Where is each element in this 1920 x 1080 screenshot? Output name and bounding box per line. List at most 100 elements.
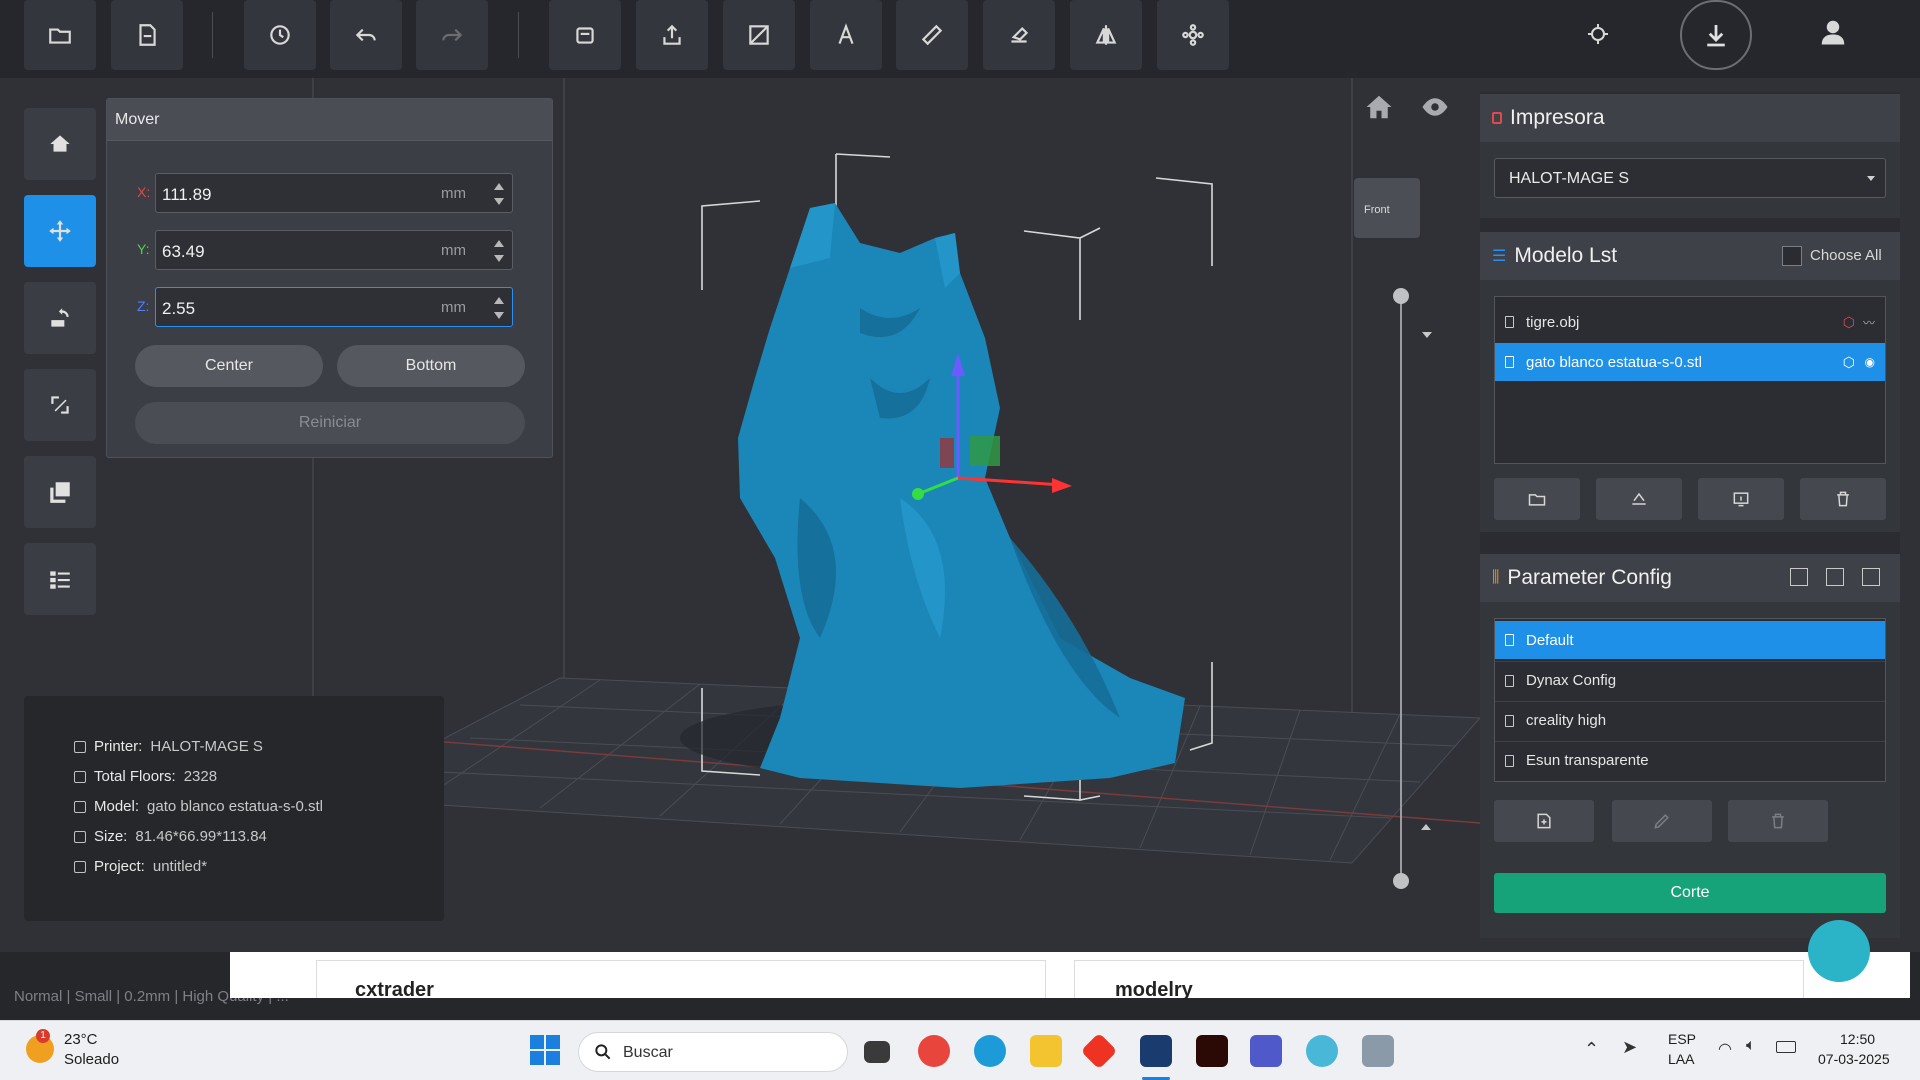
hidden-icon[interactable]: 〰: [1863, 314, 1875, 331]
lang-top[interactable]: ESP: [1668, 1031, 1696, 1047]
info-model-value: gato blanco estatua-s-0.stl: [147, 798, 323, 815]
user-icon[interactable]: [1815, 14, 1851, 50]
list-tool-icon[interactable]: [24, 543, 96, 615]
download-icon[interactable]: [1680, 0, 1752, 70]
support-icon[interactable]: [1157, 0, 1229, 70]
chevron-up-icon[interactable]: [1421, 824, 1431, 830]
list-item[interactable]: tigre.obj ⬡ 〰: [1495, 303, 1885, 341]
undo-icon[interactable]: [330, 0, 402, 70]
param-config-list: Default Dynax Config creality high Esun …: [1494, 618, 1886, 782]
halot-box-icon[interactable]: [1140, 1035, 1172, 1067]
list-item[interactable]: Dynax Config: [1495, 661, 1885, 699]
info-project-key: Project:: [94, 858, 145, 875]
chevron-down-icon[interactable]: [1422, 332, 1432, 338]
hollow-icon[interactable]: [723, 0, 795, 70]
reset-button[interactable]: Reiniciar: [135, 402, 525, 444]
layer-slider-top-handle[interactable]: [1393, 288, 1409, 304]
param-config-title: Parameter Config: [1507, 566, 1672, 589]
edge-icon[interactable]: [974, 1035, 1006, 1067]
ad-banner[interactable]: cxtrader modelry: [230, 952, 1910, 1001]
snipping-tool-icon[interactable]: [1362, 1035, 1394, 1067]
list-item[interactable]: Esun transparente: [1495, 741, 1885, 779]
import-config-icon[interactable]: [1790, 568, 1808, 586]
volume-icon[interactable]: 🔈︎: [1746, 1037, 1756, 1055]
target-icon[interactable]: [1582, 18, 1614, 50]
z-decrement-icon[interactable]: [494, 312, 504, 319]
delete-model-button[interactable]: [1800, 478, 1886, 520]
import-model-button[interactable]: [1596, 478, 1682, 520]
layer-slider-bottom-handle[interactable]: [1393, 873, 1409, 889]
scale-tool-icon[interactable]: [24, 369, 96, 441]
cube-icon[interactable]: ⬡: [1843, 354, 1855, 371]
add-model-button[interactable]: [1494, 478, 1580, 520]
x-decrement-icon[interactable]: [494, 198, 504, 205]
x-row: X: 111.89 mm: [137, 173, 527, 213]
object-icon[interactable]: [549, 0, 621, 70]
eye-icon[interactable]: ◉: [1865, 355, 1875, 369]
export-icon[interactable]: [636, 0, 708, 70]
chrome-icon[interactable]: [918, 1035, 950, 1067]
delete-config-button[interactable]: [1728, 800, 1828, 842]
file-explorer-icon[interactable]: [1030, 1035, 1062, 1067]
history-icon[interactable]: [244, 0, 316, 70]
ad-card-left[interactable]: cxtrader: [316, 960, 1046, 1001]
chevron-up-icon[interactable]: ⌃: [1584, 1039, 1599, 1060]
list-item[interactable]: creality high: [1495, 701, 1885, 739]
printer-section-header: Impresora: [1480, 94, 1900, 142]
home-view-icon[interactable]: [1364, 92, 1394, 122]
y-input[interactable]: 63.49 mm: [155, 230, 513, 270]
move-tool-icon[interactable]: [24, 195, 96, 267]
chevron-down-icon: [1867, 176, 1875, 181]
z-increment-icon[interactable]: [494, 297, 504, 304]
app-cyan-icon[interactable]: [1306, 1035, 1338, 1067]
upload-config-icon[interactable]: [1862, 568, 1880, 586]
open-file-icon[interactable]: [111, 0, 183, 70]
task-view-icon[interactable]: [864, 1041, 890, 1063]
lang-bottom[interactable]: LAA: [1668, 1051, 1694, 1067]
bottom-button[interactable]: Bottom: [337, 345, 525, 387]
view-cube[interactable]: Front: [1354, 178, 1420, 238]
printer-section-icon: [1492, 112, 1502, 124]
location-icon[interactable]: ➤: [1622, 1037, 1637, 1058]
model-error-icon[interactable]: ⬡: [1843, 314, 1855, 331]
ruler-icon[interactable]: [896, 0, 968, 70]
clock-date[interactable]: 07-03-2025: [1818, 1051, 1890, 1067]
app-red-diamond-icon[interactable]: [1080, 1032, 1118, 1070]
choose-all-checkbox[interactable]: [1782, 246, 1802, 266]
z-input[interactable]: 2.55 mm: [155, 287, 513, 327]
center-button[interactable]: Center: [135, 345, 323, 387]
new-config-button[interactable]: [1494, 800, 1594, 842]
x-increment-icon[interactable]: [494, 183, 504, 190]
windows-start-icon[interactable]: [530, 1035, 560, 1065]
slice-button[interactable]: Corte: [1494, 873, 1886, 913]
weather-desc: Soleado: [64, 1051, 120, 1068]
duplicate-tool-icon[interactable]: [24, 456, 96, 528]
ad-card-right[interactable]: modelry: [1074, 960, 1804, 1001]
printer-select-value: HALOT-MAGE S: [1509, 170, 1630, 187]
open-folder-icon[interactable]: [24, 0, 96, 70]
illustrator-icon[interactable]: [1196, 1035, 1228, 1067]
printer-select[interactable]: HALOT-MAGE S: [1494, 158, 1886, 198]
x-input[interactable]: 111.89 mm: [155, 173, 513, 213]
list-item[interactable]: gato blanco estatua-s-0.stl ⬡ ◉: [1495, 343, 1885, 381]
list-item[interactable]: Default: [1495, 621, 1885, 659]
visibility-icon[interactable]: [1418, 92, 1452, 122]
chat-bubble-icon[interactable]: [1808, 920, 1870, 982]
place-model-button[interactable]: [1698, 478, 1784, 520]
wifi-icon[interactable]: ◠: [1718, 1039, 1732, 1059]
clock-time[interactable]: 12:50: [1840, 1031, 1875, 1047]
export-config-icon[interactable]: [1826, 568, 1844, 586]
teams-icon[interactable]: [1250, 1035, 1282, 1067]
battery-icon[interactable]: [1776, 1041, 1796, 1053]
text-icon[interactable]: [810, 0, 882, 70]
taskbar-search[interactable]: Buscar: [578, 1032, 848, 1072]
redo-icon[interactable]: [416, 0, 488, 70]
rotate-tool-icon[interactable]: [24, 282, 96, 354]
eraser-icon[interactable]: [983, 0, 1055, 70]
y-increment-icon[interactable]: [494, 240, 504, 247]
edit-config-button[interactable]: [1612, 800, 1712, 842]
home-tool-icon[interactable]: [24, 108, 96, 180]
mirror-icon[interactable]: [1070, 0, 1142, 70]
layer-slider-track[interactable]: [1400, 296, 1402, 882]
y-decrement-icon[interactable]: [494, 255, 504, 262]
